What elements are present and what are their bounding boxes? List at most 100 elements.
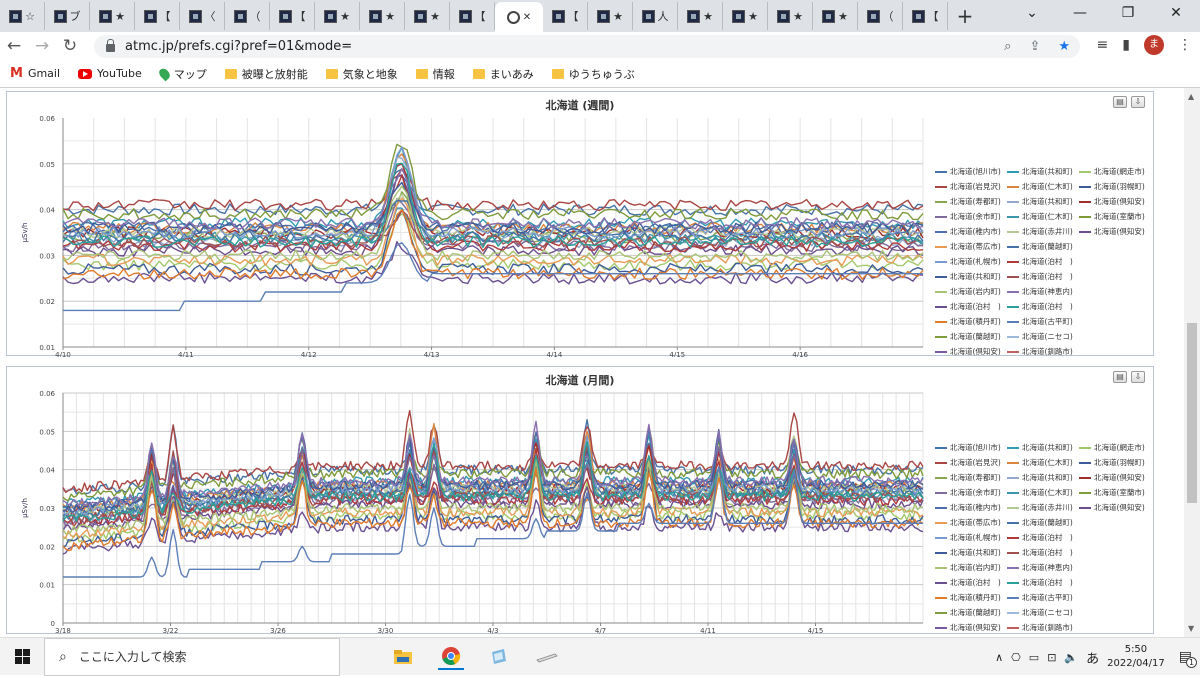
legend-item[interactable]: 北海道(網走市) [1079, 442, 1151, 453]
legend-item[interactable]: 北海道(蘭越町) [935, 607, 1007, 618]
bookmark-item[interactable]: マップ [156, 66, 207, 82]
legend-item[interactable]: 北海道(帯広市) [935, 241, 1007, 252]
minimize-icon[interactable]: — [1056, 0, 1104, 30]
legend-item[interactable]: 北海道(倶知安) [1079, 502, 1151, 513]
legend-item[interactable]: 北海道(泊村 ) [935, 301, 1007, 312]
legend-item[interactable]: 北海道(余市町) [935, 487, 1007, 498]
profile-avatar[interactable]: ま [1144, 35, 1164, 55]
legend-item[interactable]: 北海道(共和町) [1007, 166, 1079, 177]
taskbar-clock[interactable]: 5:50 2022/04/17 [1107, 643, 1165, 671]
zoom-icon[interactable]: ⌕ [1004, 35, 1011, 58]
legend-item[interactable]: 北海道(羽幌町) [1079, 181, 1151, 192]
legend-item[interactable]: 北海道(赤井川) [1007, 502, 1079, 513]
browser-tab[interactable]: ★ [678, 2, 723, 30]
bookmark-item[interactable]: まいあみ [472, 66, 534, 82]
browser-tab[interactable]: ★ [405, 2, 450, 30]
legend-item[interactable]: 北海道(旭川市) [935, 442, 1007, 453]
network-icon[interactable]: ⊡ [1047, 651, 1056, 664]
browser-tab[interactable]: ★ [723, 2, 768, 30]
legend-item[interactable]: 北海道(稚内市) [935, 502, 1007, 513]
legend-item[interactable]: 北海道(倶知安) [935, 622, 1007, 633]
browser-tab[interactable]: ★ [360, 2, 405, 30]
maximize-icon[interactable]: ❐ [1104, 0, 1152, 30]
side-panel-icon[interactable]: ▮ [1122, 37, 1130, 53]
url-text[interactable]: atmc.jp/prefs.cgi?pref=01&mode= [125, 39, 352, 54]
bookmark-item[interactable]: M Gmail [10, 66, 60, 81]
bookmark-item[interactable]: 気象と地象 [325, 66, 398, 82]
legend-item[interactable]: 北海道(積丹町) [935, 316, 1007, 327]
bookmark-item[interactable]: 情報 [415, 66, 455, 82]
legend-item[interactable]: 北海道(積丹町) [935, 592, 1007, 603]
browser-tab[interactable]: 【 [270, 2, 315, 30]
legend-item[interactable]: 北海道(共和町) [935, 547, 1007, 558]
tab-search-icon[interactable]: ⌄ [1008, 0, 1056, 30]
scroll-thumb[interactable] [1187, 323, 1197, 503]
legend-item[interactable]: 北海道(倶知安) [1079, 226, 1151, 237]
print-icon[interactable]: ▤ [1113, 371, 1127, 383]
legend-item[interactable]: 北海道(室蘭市) [1079, 211, 1151, 222]
new-tab-button[interactable]: + [948, 4, 982, 28]
download-icon[interactable]: ⇩ [1131, 371, 1145, 383]
start-button[interactable] [0, 638, 44, 676]
browser-tab[interactable]: 【 [135, 2, 180, 30]
legend-item[interactable]: 北海道(泊村 ) [1007, 256, 1079, 267]
legend-item[interactable]: 北海道(仁木町) [1007, 181, 1079, 192]
legend-item[interactable]: 北海道(岩見沢) [935, 181, 1007, 192]
browser-tab[interactable]: ★ [588, 2, 633, 30]
scroll-down-icon[interactable]: ▼ [1188, 624, 1194, 633]
legend-item[interactable]: 北海道(神恵内) [1007, 562, 1079, 573]
browser-tab[interactable]: 【 [450, 2, 495, 30]
browser-tab[interactable]: ★ [315, 2, 360, 30]
bookmark-item[interactable]: ゆうちゅうぶ [551, 66, 635, 82]
bookmark-item[interactable]: YouTube [78, 67, 142, 80]
scroll-up-icon[interactable]: ▲ [1188, 92, 1194, 101]
legend-item[interactable]: 北海道(共和町) [935, 271, 1007, 282]
forward-icon[interactable]: → [28, 36, 56, 56]
legend-item[interactable]: 北海道(札幌市) [935, 256, 1007, 267]
legend-item[interactable]: 北海道(赤井川) [1007, 226, 1079, 237]
legend-item[interactable]: 北海道(神恵内) [1007, 286, 1079, 297]
legend-item[interactable]: 北海道(旭川市) [935, 166, 1007, 177]
browser-tab[interactable]: ★ [768, 2, 813, 30]
legend-item[interactable]: 北海道(仁木町) [1007, 211, 1079, 222]
legend-item[interactable]: 北海道(蘭越町) [1007, 241, 1079, 252]
legend-item[interactable]: 北海道(倶知安) [1079, 472, 1151, 483]
legend-item[interactable]: 北海道(ニセコ) [1007, 331, 1079, 342]
print-icon[interactable]: ▤ [1113, 96, 1127, 108]
reload-icon[interactable]: ↻ [56, 36, 84, 56]
notification-icon[interactable]: ▤ 1 [1179, 649, 1197, 668]
legend-item[interactable]: 北海道(釧路市) [1007, 346, 1079, 357]
browser-tab[interactable]: ☆ [0, 2, 45, 30]
legend-item[interactable]: 北海道(札幌市) [935, 532, 1007, 543]
legend-item[interactable]: 北海道(古平町) [1007, 316, 1079, 327]
legend-item[interactable]: 北海道(余市町) [935, 211, 1007, 222]
legend-item[interactable]: 北海道(岩内町) [935, 562, 1007, 573]
browser-tab[interactable]: 人 [633, 2, 678, 30]
share-icon[interactable]: ⇪ [1029, 35, 1040, 58]
browser-tab[interactable]: ★ [90, 2, 135, 30]
browser-tab[interactable]: （ [858, 2, 903, 30]
download-icon[interactable]: ⇩ [1131, 96, 1145, 108]
file-explorer-icon[interactable] [390, 644, 416, 670]
browser-tab[interactable]: （ [225, 2, 270, 30]
ime-indicator[interactable]: あ [1086, 648, 1099, 667]
legend-item[interactable]: 北海道(蘭越町) [1007, 517, 1079, 528]
chevron-up-icon[interactable]: ∧ [995, 651, 1003, 664]
bookmark-star-icon[interactable]: ★ [1058, 35, 1070, 58]
meet-now-icon[interactable]: ⎔ [1011, 651, 1021, 664]
browser-tab[interactable]: ★ [813, 2, 858, 30]
browser-tab[interactable]: 【 [543, 2, 588, 30]
legend-item[interactable]: 北海道(稚内市) [935, 226, 1007, 237]
legend-item[interactable]: 北海道(岩内町) [935, 286, 1007, 297]
reading-list-icon[interactable]: ≡ [1097, 37, 1109, 53]
legend-item[interactable]: 北海道(共和町) [1007, 472, 1079, 483]
browser-tab[interactable]: 〈 [180, 2, 225, 30]
legend-item[interactable]: 北海道(寿都町) [935, 196, 1007, 207]
bookmark-item[interactable]: 被曝と放射能 [224, 66, 308, 82]
back-icon[interactable]: ← [0, 36, 28, 56]
page-scrollbar[interactable]: ▲ ▼ [1184, 88, 1200, 637]
legend-item[interactable]: 北海道(泊村 ) [1007, 577, 1079, 588]
legend-item[interactable]: 北海道(倶知安) [935, 346, 1007, 357]
legend-item[interactable]: 北海道(網走市) [1079, 166, 1151, 177]
battery-icon[interactable]: ▭ [1029, 651, 1039, 664]
